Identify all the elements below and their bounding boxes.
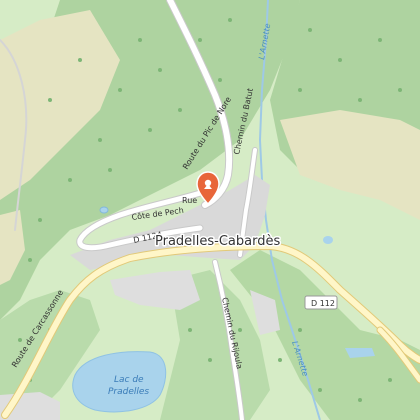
map-view[interactable]: Route du Pic de Nore Chemin du Batut L'A… — [0, 0, 420, 420]
road-label-rue: Rue — [182, 196, 197, 205]
pond-east — [323, 236, 333, 244]
lake-label-line2: Pradelles — [108, 387, 149, 397]
town-label: Pradelles-Cabardès — [155, 234, 280, 249]
road-shield-d112: D 112 — [304, 295, 338, 310]
map-canvas[interactable]: Route du Pic de Nore Chemin du Batut L'A… — [0, 0, 420, 420]
lake-label-line1: Lac de — [114, 375, 144, 385]
road-label-d112: D 112 — [311, 299, 335, 308]
pond-north — [99, 206, 109, 214]
